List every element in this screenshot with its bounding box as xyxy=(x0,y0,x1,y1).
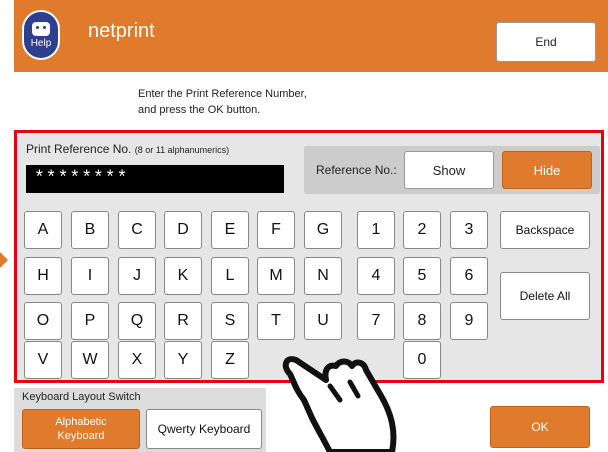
left-arrow-indicator xyxy=(0,252,8,268)
key-x[interactable]: X xyxy=(118,341,156,379)
alphabetic-keyboard-button[interactable]: Alphabetic Keyboard xyxy=(22,409,140,449)
key-h[interactable]: H xyxy=(24,257,62,295)
key-3[interactable]: 3 xyxy=(450,211,488,249)
instructions: Enter the Print Reference Number, and pr… xyxy=(138,86,307,118)
key-r[interactable]: R xyxy=(164,302,202,340)
reference-hint: (8 or 11 alphanumerics) xyxy=(134,145,230,155)
key-s[interactable]: S xyxy=(211,302,249,340)
key-j[interactable]: J xyxy=(118,257,156,295)
key-y[interactable]: Y xyxy=(164,341,202,379)
key-7[interactable]: 7 xyxy=(357,302,395,340)
key-l[interactable]: L xyxy=(211,257,249,295)
header-bar: Help netprint End xyxy=(14,0,608,72)
ok-button[interactable]: OK xyxy=(490,406,590,448)
show-button[interactable]: Show xyxy=(404,151,494,189)
help-label: Help xyxy=(30,37,52,49)
keyboard-layout-label: Keyboard Layout Switch xyxy=(22,391,141,403)
alphabetic-label-line-2: Keyboard xyxy=(57,430,105,442)
instruction-line-2: and press the OK button. xyxy=(138,104,261,116)
key-5[interactable]: 5 xyxy=(403,257,441,295)
instruction-line-1: Enter the Print Reference Number, xyxy=(138,88,307,100)
help-robot-icon xyxy=(32,21,50,36)
hide-button[interactable]: Hide xyxy=(502,151,592,189)
key-w[interactable]: W xyxy=(71,341,109,379)
key-g[interactable]: G xyxy=(304,211,342,249)
key-n[interactable]: N xyxy=(304,257,342,295)
key-p[interactable]: P xyxy=(71,302,109,340)
key-2[interactable]: 2 xyxy=(403,211,441,249)
alphabetic-label-line-1: Alphabetic xyxy=(55,416,107,428)
reference-toggle-label: Reference No.: xyxy=(316,163,397,177)
key-z[interactable]: Z xyxy=(211,341,249,379)
key-f[interactable]: F xyxy=(257,211,295,249)
key-i[interactable]: I xyxy=(71,257,109,295)
key-k[interactable]: K xyxy=(164,257,202,295)
key-b[interactable]: B xyxy=(71,211,109,249)
reference-label-text: Print Reference No. xyxy=(26,142,132,156)
qwerty-keyboard-button[interactable]: Qwerty Keyboard xyxy=(146,409,262,449)
reference-label: Print Reference No. (8 or 11 alphanumeri… xyxy=(26,142,229,156)
reference-number-field[interactable]: ******** xyxy=(26,165,284,193)
key-q[interactable]: Q xyxy=(118,302,156,340)
key-t[interactable]: T xyxy=(257,302,295,340)
key-o[interactable]: O xyxy=(24,302,62,340)
key-u[interactable]: U xyxy=(304,302,342,340)
key-e[interactable]: E xyxy=(211,211,249,249)
key-8[interactable]: 8 xyxy=(403,302,441,340)
key-m[interactable]: M xyxy=(257,257,295,295)
end-button[interactable]: End xyxy=(496,22,596,62)
help-button[interactable]: Help xyxy=(22,10,60,60)
backspace-button[interactable]: Backspace xyxy=(500,211,590,249)
key-6[interactable]: 6 xyxy=(450,257,488,295)
key-4[interactable]: 4 xyxy=(357,257,395,295)
key-a[interactable]: A xyxy=(24,211,62,249)
delete-all-button[interactable]: Delete All xyxy=(500,272,590,320)
key-0[interactable]: 0 xyxy=(403,341,441,379)
key-9[interactable]: 9 xyxy=(450,302,488,340)
key-v[interactable]: V xyxy=(24,341,62,379)
app-title: netprint xyxy=(88,20,155,42)
key-d[interactable]: D xyxy=(164,211,202,249)
key-c[interactable]: C xyxy=(118,211,156,249)
key-1[interactable]: 1 xyxy=(357,211,395,249)
